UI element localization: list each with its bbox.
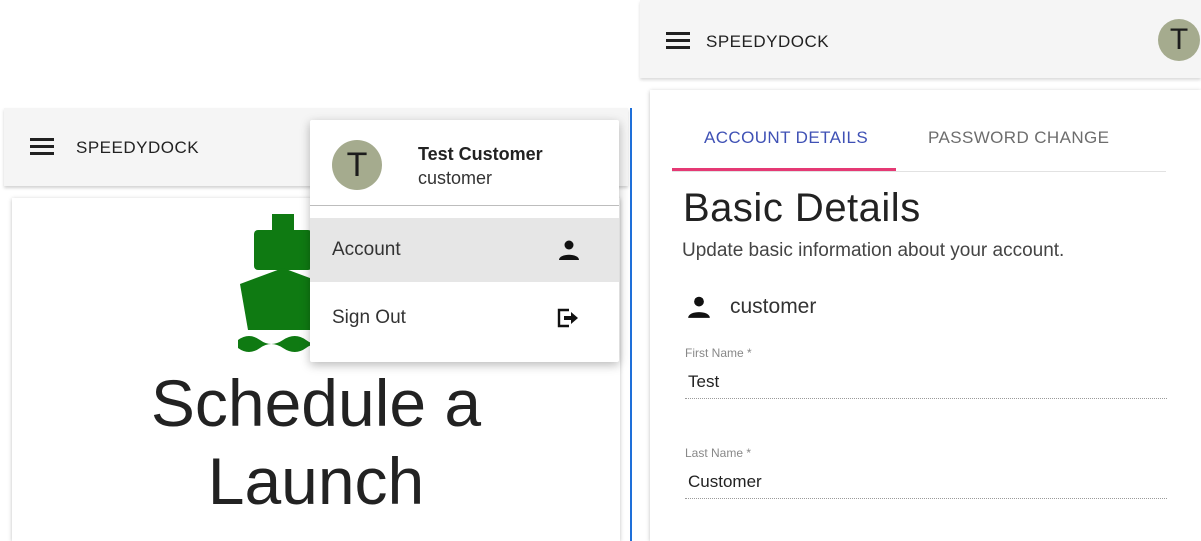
menu-icon[interactable] [666, 32, 692, 52]
username-text: customer [730, 295, 817, 318]
menu-item-label: Sign Out [332, 307, 406, 328]
hero-title-line-1: Schedule a [150, 366, 482, 440]
menu-item-label: Account [332, 239, 401, 260]
menu-item-account[interactable]: Account [310, 218, 619, 282]
last-name-input[interactable] [685, 465, 1167, 499]
user-role: customer [418, 168, 493, 188]
last-name-field: Last Name * [685, 446, 1167, 506]
tabs-bar: ACCOUNT DETAILS PASSWORD CHANGE [672, 90, 1166, 172]
right-app-bar: SPEEDYDOCK T [640, 0, 1201, 78]
panel-divider [630, 108, 632, 541]
tab-password-change[interactable]: PASSWORD CHANGE [928, 128, 1109, 148]
last-name-label: Last Name * [685, 446, 752, 460]
sign-out-icon [557, 308, 578, 328]
person-icon [688, 296, 710, 318]
brand-title[interactable]: SPEEDYDOCK [706, 32, 829, 52]
menu-item-sign-out[interactable]: Sign Out [310, 286, 619, 350]
first-name-input[interactable] [685, 365, 1167, 399]
account-card: ACCOUNT DETAILS PASSWORD CHANGE Basic De… [650, 90, 1201, 541]
user-name: Test Customer [418, 144, 543, 164]
avatar-button[interactable]: T [1158, 19, 1200, 61]
brand-title[interactable]: SPEEDYDOCK [76, 138, 199, 158]
avatar: T [332, 140, 382, 190]
left-screenshot-panel: SPEEDYDOCK Schedule a Launch T Test Cust… [0, 0, 632, 541]
section-subtitle: Update basic information about your acco… [682, 240, 1065, 261]
first-name-label: First Name * [685, 346, 752, 360]
section-title: Basic Details [683, 186, 921, 230]
menu-icon[interactable] [30, 138, 56, 158]
first-name-field: First Name * [685, 346, 1167, 406]
tab-account-details[interactable]: ACCOUNT DETAILS [704, 128, 868, 148]
hero-title-line-2: Launch [207, 444, 425, 518]
active-tab-indicator [672, 168, 896, 171]
user-dropdown-menu: T Test Customer customer Account Sign Ou… [310, 120, 619, 362]
user-menu-header: T Test Customer customer [310, 120, 619, 206]
person-icon [559, 240, 579, 260]
